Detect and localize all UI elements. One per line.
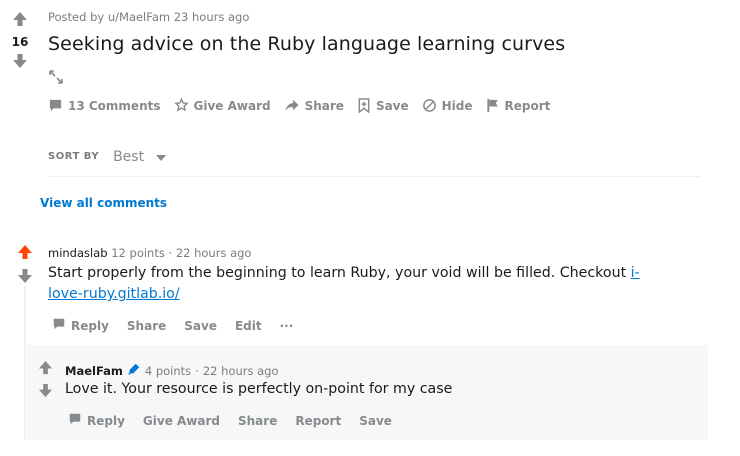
sort-divider	[48, 176, 700, 177]
share-button[interactable]: Share	[238, 414, 277, 428]
comment-icon	[52, 317, 66, 334]
reply-button[interactable]: Reply	[52, 317, 109, 334]
report-button[interactable]: Report	[295, 414, 341, 428]
comments-button[interactable]: 13 Comments	[48, 98, 161, 113]
share-icon	[284, 98, 300, 113]
caret-down-icon	[156, 147, 167, 166]
comments-label: 13 Comments	[68, 98, 161, 113]
reply-author[interactable]: MaelFam	[65, 364, 123, 378]
comment-action-bar: Reply Share Save Edit ···	[52, 317, 311, 334]
meta-separator: ·	[168, 246, 173, 260]
save-button[interactable]: Save	[357, 98, 409, 113]
reply-points: 4 points	[144, 363, 192, 378]
reply-label: Reply	[71, 318, 109, 333]
downvote-arrow-icon[interactable]	[17, 268, 33, 288]
sort-dropdown[interactable]: SORT BY Best	[48, 147, 167, 166]
save-label: Save	[375, 98, 409, 113]
comment-points: 12 points	[111, 246, 165, 260]
upvote-arrow-icon[interactable]	[38, 360, 53, 379]
sort-label: SORT BY	[48, 151, 100, 162]
comment-icon	[48, 98, 63, 113]
report-label: Report	[504, 98, 551, 113]
comment-meta: mindaslab 12 points · 22 hours ago	[48, 246, 251, 260]
reply-time: 22 hours ago	[202, 363, 279, 378]
give-award-button[interactable]: Give Award	[143, 414, 220, 428]
post-title: Seeking advice on the Ruby language lear…	[48, 33, 566, 55]
edit-button[interactable]: Edit	[235, 319, 262, 333]
share-button[interactable]: Share	[127, 319, 166, 333]
downvote-arrow-icon[interactable]	[38, 383, 53, 402]
post-vote-column: 16	[10, 11, 30, 73]
comment-text: Start properly from the beginning to lea…	[48, 265, 631, 281]
share-label: Share	[304, 98, 344, 113]
reply-button[interactable]: Reply	[68, 412, 125, 429]
save-icon	[357, 98, 371, 113]
hide-label: Hide	[441, 98, 473, 113]
upvote-arrow-icon[interactable]	[17, 244, 33, 264]
reply-vote-column	[37, 360, 53, 402]
reply-label: Reply	[87, 413, 125, 428]
mic-icon	[127, 362, 141, 379]
downvote-arrow-icon[interactable]	[12, 53, 28, 73]
comment-vote-column	[16, 244, 34, 288]
report-button[interactable]: Report	[486, 98, 551, 113]
save-button[interactable]: Save	[184, 319, 217, 333]
sort-value: Best	[113, 148, 145, 165]
reply-meta: MaelFam 4 points · 22 hours ago	[65, 362, 279, 379]
meta-separator: ·	[195, 363, 199, 378]
expand-icon[interactable]	[48, 69, 64, 89]
hide-icon	[422, 98, 437, 113]
more-options-button[interactable]: ···	[280, 319, 294, 333]
give-award-button[interactable]: Give Award	[173, 98, 271, 113]
post-score: 16	[11, 35, 29, 49]
award-icon	[173, 98, 189, 113]
comment-author[interactable]: mindaslab	[48, 246, 108, 260]
post-meta: Posted by u/MaelFam 23 hours ago	[48, 10, 250, 24]
upvote-arrow-icon[interactable]	[12, 11, 28, 31]
post-action-bar: 13 Comments Give Award Share Save Hide R…	[48, 98, 563, 113]
hide-button[interactable]: Hide	[422, 98, 473, 113]
view-all-comments-link[interactable]: View all comments	[40, 196, 167, 210]
comment-time: 22 hours ago	[175, 246, 252, 260]
save-button[interactable]: Save	[359, 414, 392, 428]
comment-body: Start properly from the beginning to lea…	[48, 263, 668, 305]
flag-icon	[486, 98, 500, 113]
comment-icon	[68, 412, 82, 429]
share-button[interactable]: Share	[284, 98, 344, 113]
award-label: Give Award	[193, 98, 271, 113]
reply-body: Love it. Your resource is perfectly on-p…	[65, 381, 453, 397]
reply-action-bar: Reply Give Award Share Report Save	[68, 412, 410, 429]
